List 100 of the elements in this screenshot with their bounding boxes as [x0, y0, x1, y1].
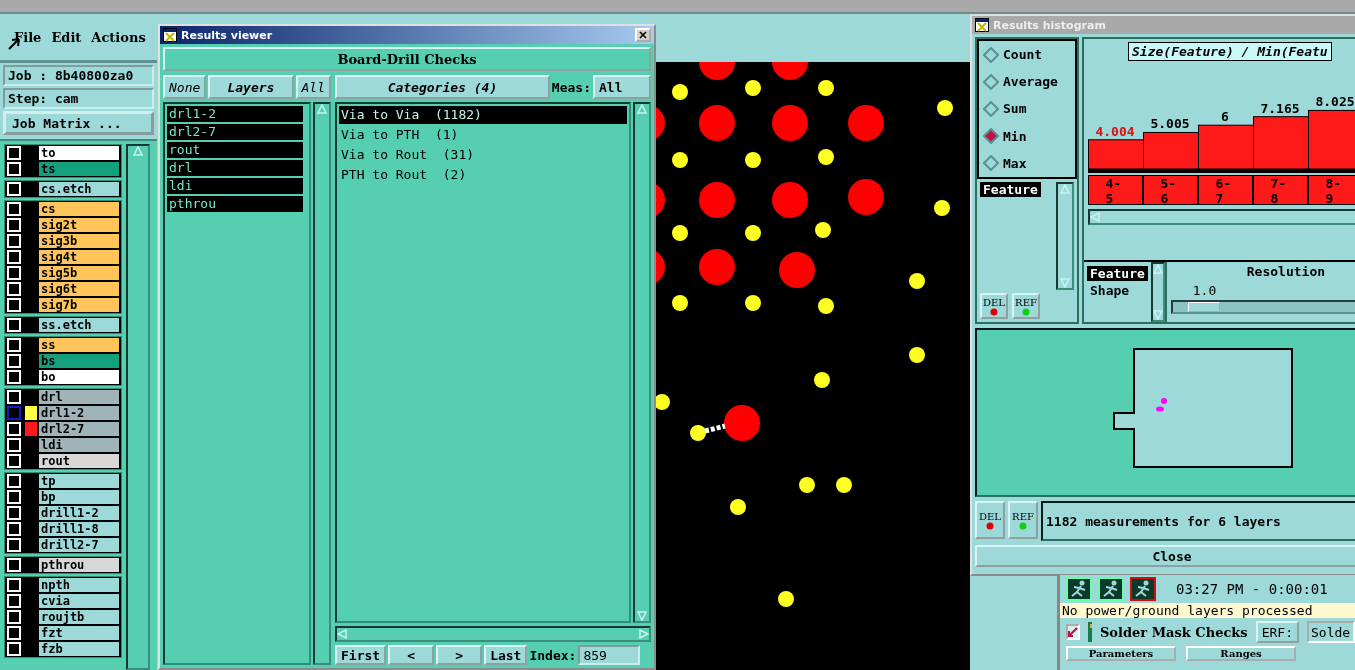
index-field[interactable]: 859	[578, 645, 641, 665]
layer-name[interactable]: cs.etch	[39, 182, 119, 196]
categories-button[interactable]: Categories (4)	[335, 75, 550, 99]
layer-name[interactable]: bp	[39, 490, 119, 504]
category-item[interactable]: Via to PTH (1)	[339, 126, 627, 144]
layer-name[interactable]: drill1-2	[39, 506, 119, 520]
feature-item[interactable]: Feature	[980, 182, 1041, 197]
erf-field[interactable]: Solde	[1307, 621, 1355, 643]
layer-name[interactable]: sig4t	[39, 250, 119, 264]
meas-dropdown[interactable]: All	[593, 75, 651, 99]
layer-checkbox[interactable]	[7, 406, 21, 420]
check-checkbox[interactable]	[1066, 624, 1080, 640]
bar-value: 7.165	[1260, 100, 1300, 116]
scroll-down-icon[interactable]	[1152, 310, 1163, 320]
attribute-item[interactable]: Feature	[1087, 266, 1148, 281]
erf-button[interactable]: ERF:	[1255, 621, 1299, 643]
layer-name[interactable]: cvia	[39, 594, 119, 608]
scrollbar[interactable]	[126, 144, 150, 670]
layer-name[interactable]: pthrou	[39, 558, 119, 572]
close-icon[interactable]	[639, 31, 647, 39]
bin-label: 4-5	[1088, 175, 1143, 205]
layer-name[interactable]: bs	[39, 354, 119, 368]
layer-action-button[interactable]: DEL	[975, 501, 1005, 539]
menu-item[interactable]: Edit	[51, 29, 82, 45]
bar-value: 6	[1221, 109, 1229, 125]
scrollbar[interactable]	[1150, 262, 1165, 322]
check-action-button[interactable]: Parameters	[1066, 646, 1176, 661]
layer-filter-button[interactable]: None	[163, 75, 207, 99]
check-action-button[interactable]: Ranges	[1186, 646, 1296, 661]
window-title: Results histogram	[993, 18, 1107, 32]
attribute-item[interactable]: Shape	[1087, 283, 1133, 298]
slider-thumb[interactable]	[1187, 302, 1220, 312]
layer-name[interactable]: drl2-7	[39, 422, 119, 436]
layer-name[interactable]: npth	[39, 578, 119, 592]
layer-action-button[interactable]: REF	[1012, 293, 1040, 319]
layer-name[interactable]: drl	[39, 390, 119, 404]
radio-button[interactable]	[983, 46, 999, 63]
layer-name[interactable]: ldi	[39, 438, 119, 452]
close-button[interactable]	[635, 28, 651, 42]
resolution-value: 1.0	[1192, 283, 1218, 298]
layer-list-item[interactable]: rout	[167, 142, 303, 158]
layer-name[interactable]: drill2-7	[39, 538, 119, 552]
mode-label[interactable]: Sum	[1003, 101, 1027, 117]
close-button[interactable]: Close	[975, 545, 1355, 567]
nav-button[interactable]: First	[335, 645, 387, 665]
layer-filter-button[interactable]: All	[295, 75, 331, 99]
horizontal-scrollbar[interactable]	[1088, 209, 1355, 225]
scroll-up-icon[interactable]	[1152, 264, 1163, 274]
layer-name[interactable]: drill1-8	[39, 522, 119, 536]
layer-name[interactable]: sig5b	[39, 266, 119, 280]
layer-list-item[interactable]: pthrou	[167, 196, 303, 212]
layer-list-item[interactable]: ldi	[167, 178, 303, 194]
x-tick-label: 5-6	[1160, 176, 1178, 206]
radio-button[interactable]	[983, 100, 999, 117]
layer-name[interactable]: rout	[39, 454, 119, 468]
job-label: Job : 8b40800za0	[3, 65, 154, 86]
layer-name[interactable]: sig7b	[39, 298, 119, 312]
category-item[interactable]: Via to Via (1182)	[339, 106, 627, 124]
layer-name[interactable]: ss.etch	[39, 318, 119, 332]
nav-button[interactable]: Last	[484, 645, 528, 665]
window-icon	[975, 18, 989, 32]
layer-name[interactable]: cs	[39, 202, 119, 216]
layer-list-item[interactable]: drl2-7	[167, 124, 303, 140]
layer-name[interactable]: sig3b	[39, 234, 119, 248]
job-matrix-button[interactable]: Job Matrix ...	[3, 111, 154, 135]
layer-name[interactable]: sig6t	[39, 282, 119, 296]
layer-name[interactable]: to	[39, 146, 119, 160]
layer-name[interactable]: ss	[39, 338, 119, 352]
x-tick-label: 4-5	[1105, 176, 1123, 206]
mode-label[interactable]: Average	[1003, 74, 1058, 90]
mode-label[interactable]: Count	[1003, 47, 1043, 63]
category-item[interactable]: PTH to Rout (2)	[339, 166, 627, 184]
bar-value: 4.004	[1095, 123, 1135, 139]
runner-icon[interactable]	[1130, 577, 1156, 601]
nav-button[interactable]: <	[388, 645, 435, 665]
layer-name[interactable]: tp	[39, 474, 119, 488]
layer-name[interactable]: fzb	[39, 642, 119, 656]
mode-label[interactable]: Max	[1003, 155, 1027, 171]
layer-name[interactable]: bo	[39, 370, 119, 384]
checks-header-button[interactable]: Board-Drill Checks	[163, 47, 651, 71]
scrollbar[interactable]	[313, 102, 331, 665]
layer-filter-button[interactable]: Layers	[208, 75, 294, 99]
layer-name[interactable]: roujtb	[39, 610, 119, 624]
radio-button[interactable]	[983, 155, 999, 172]
layer-action-button[interactable]: REF	[1008, 501, 1038, 539]
category-item[interactable]: Via to Rout (31)	[339, 146, 627, 164]
layer-list-item[interactable]: drl1-2	[167, 106, 303, 122]
chart-title: Size(Feature) / Min(Featu	[1128, 42, 1332, 61]
layer-name[interactable]: drl1-2	[39, 406, 119, 420]
layer-list-item[interactable]: drl	[167, 160, 303, 176]
nav-button[interactable]: >	[436, 645, 483, 665]
menu-item[interactable]: Actions	[91, 29, 146, 45]
mode-label[interactable]: Min	[1003, 128, 1027, 144]
layer-name[interactable]: sig2t	[39, 218, 119, 232]
layer-name[interactable]: fzt	[39, 626, 119, 640]
radio-button[interactable]	[983, 73, 999, 90]
layer-action-button[interactable]: DEL	[980, 293, 1008, 319]
layer-name[interactable]: ts	[39, 162, 119, 176]
window-icon	[163, 28, 177, 42]
radio-button[interactable]	[983, 128, 999, 145]
